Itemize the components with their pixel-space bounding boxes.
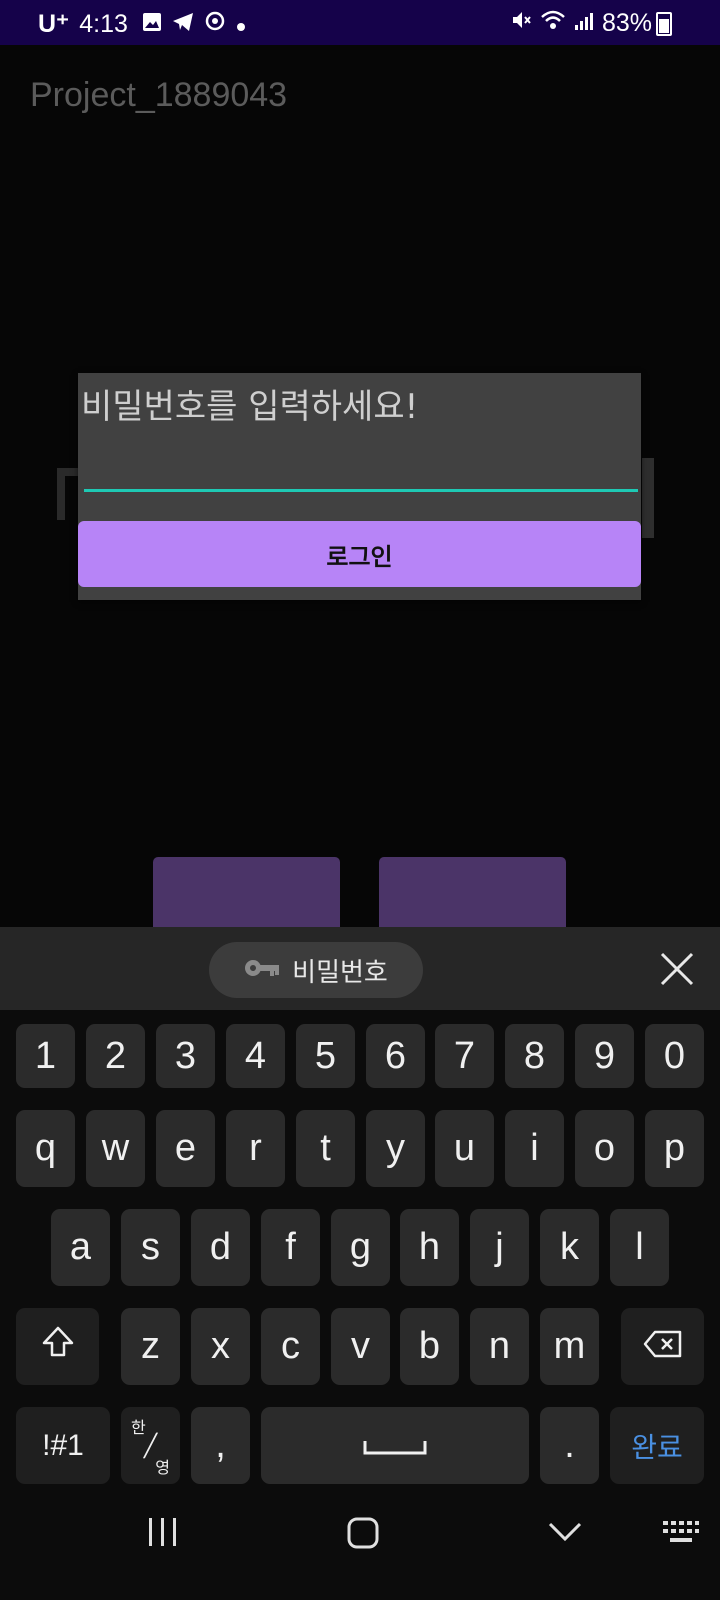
key-a[interactable]: a xyxy=(51,1209,110,1286)
comma-key[interactable]: , xyxy=(191,1407,250,1484)
key-v[interactable]: v xyxy=(331,1308,390,1385)
sync-icon xyxy=(204,10,226,39)
hide-keyboard-icon[interactable] xyxy=(548,1522,582,1546)
key-1[interactable]: 1 xyxy=(16,1024,75,1088)
password-suggestion-chip[interactable]: 비밀번호 xyxy=(209,942,423,998)
key-4[interactable]: 4 xyxy=(226,1024,285,1088)
battery-percent: 83% xyxy=(601,9,652,37)
done-key[interactable]: 완료 xyxy=(610,1407,704,1484)
wifi-icon xyxy=(540,9,566,38)
key-g[interactable]: g xyxy=(331,1209,390,1286)
gallery-icon xyxy=(142,10,162,39)
key-q[interactable]: q xyxy=(16,1110,75,1187)
key-c[interactable]: c xyxy=(261,1308,320,1385)
key-0[interactable]: 0 xyxy=(645,1024,704,1088)
key-j[interactable]: j xyxy=(470,1209,529,1286)
app-title: Project_1889043 xyxy=(30,76,288,114)
key-2[interactable]: 2 xyxy=(86,1024,145,1088)
symbols-key[interactable]: !#1 xyxy=(16,1407,110,1484)
key-u[interactable]: u xyxy=(435,1110,494,1187)
key-t[interactable]: t xyxy=(296,1110,355,1187)
key-h[interactable]: h xyxy=(400,1209,459,1286)
close-icon[interactable] xyxy=(660,952,694,986)
language-toggle-key[interactable]: 한 ╱ 영 xyxy=(121,1407,180,1484)
login-button[interactable]: 로그인 xyxy=(78,521,641,587)
key-p[interactable]: p xyxy=(645,1110,704,1187)
battery-icon xyxy=(656,11,672,36)
key-y[interactable]: y xyxy=(366,1110,425,1187)
key-b[interactable]: b xyxy=(400,1308,459,1385)
key-d[interactable]: d xyxy=(191,1209,250,1286)
signal-icon xyxy=(574,9,594,38)
key-w[interactable]: w xyxy=(86,1110,145,1187)
key-icon xyxy=(244,955,280,985)
key-r[interactable]: r xyxy=(226,1110,285,1187)
key-f[interactable]: f xyxy=(261,1209,320,1286)
background-button-left[interactable] xyxy=(153,857,340,927)
key-k[interactable]: k xyxy=(540,1209,599,1286)
recent-apps-icon[interactable] xyxy=(146,1516,180,1552)
background-button-right[interactable] xyxy=(379,857,566,927)
key-z[interactable]: z xyxy=(121,1308,180,1385)
backspace-icon xyxy=(643,1325,683,1368)
key-7[interactable]: 7 xyxy=(435,1024,494,1088)
key-x[interactable]: x xyxy=(191,1308,250,1385)
mute-icon xyxy=(510,9,532,38)
status-bar: U⁺ 4:13 83% xyxy=(0,0,720,45)
home-icon[interactable] xyxy=(346,1516,380,1554)
key-8[interactable]: 8 xyxy=(505,1024,564,1088)
background-element xyxy=(642,458,654,538)
key-i[interactable]: i xyxy=(505,1110,564,1187)
shift-icon xyxy=(41,1325,75,1369)
key-3[interactable]: 3 xyxy=(156,1024,215,1088)
key-m[interactable]: m xyxy=(540,1308,599,1385)
period-key[interactable]: . xyxy=(540,1407,599,1484)
key-n[interactable]: n xyxy=(470,1308,529,1385)
lang-label-english: 영 xyxy=(155,1459,170,1477)
notification-dot-icon xyxy=(236,10,246,39)
navigation-bar xyxy=(0,1480,720,1600)
key-6[interactable]: 6 xyxy=(366,1024,425,1088)
key-s[interactable]: s xyxy=(121,1209,180,1286)
password-dialog: 비밀번호를 입력하세요! 로그인 xyxy=(78,373,641,600)
key-e[interactable]: e xyxy=(156,1110,215,1187)
telegram-icon xyxy=(172,10,194,39)
space-bar-icon xyxy=(363,1424,427,1467)
key-o[interactable]: o xyxy=(575,1110,634,1187)
keyboard-suggestion-bar: 비밀번호 xyxy=(0,927,720,1010)
clock: 4:13 xyxy=(79,9,128,38)
password-prompt: 비밀번호를 입력하세요! xyxy=(81,387,419,427)
key-5[interactable]: 5 xyxy=(296,1024,355,1088)
key-l[interactable]: l xyxy=(610,1209,669,1286)
backspace-key[interactable] xyxy=(621,1308,704,1385)
shift-key[interactable] xyxy=(16,1308,99,1385)
carrier-label: U⁺ xyxy=(38,10,70,38)
suggestion-chip-label: 비밀번호 xyxy=(292,957,388,988)
space-key[interactable] xyxy=(261,1407,529,1484)
password-input[interactable] xyxy=(84,453,638,492)
slash-divider: ╱ xyxy=(143,1432,158,1458)
keyboard-switch-icon[interactable] xyxy=(662,1520,700,1550)
key-9[interactable]: 9 xyxy=(575,1024,634,1088)
